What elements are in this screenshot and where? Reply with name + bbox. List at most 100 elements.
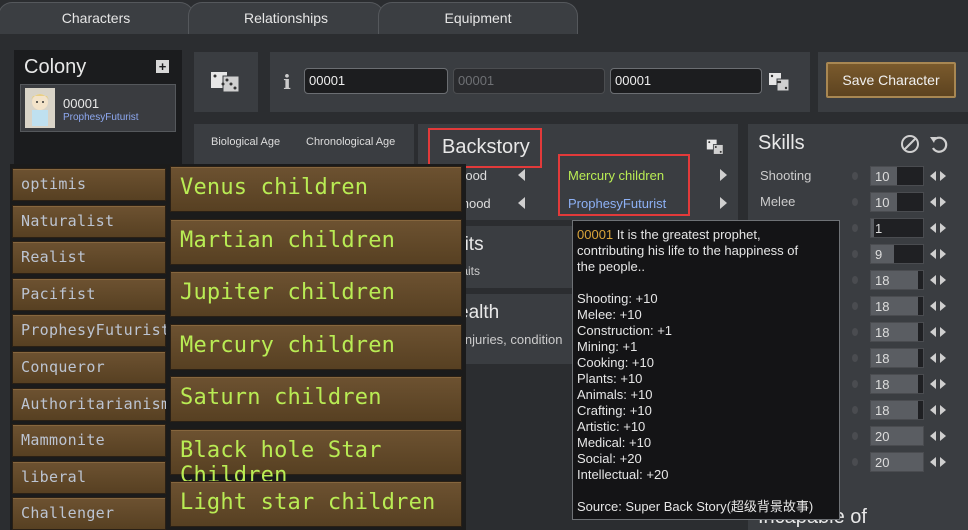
passion-flame-icon[interactable] xyxy=(852,302,858,310)
skill-level-value: 9 xyxy=(875,247,883,262)
childhood-value[interactable]: Mercury children xyxy=(568,168,664,183)
skill-level-bar[interactable]: 18 xyxy=(870,322,924,342)
passion-flame-icon[interactable] xyxy=(852,224,858,232)
tab-characters[interactable]: Characters xyxy=(0,2,194,34)
childhood-option[interactable]: Black hole Star Children xyxy=(170,428,462,488)
pawn-card[interactable]: 00001 ProphesyFuturist xyxy=(20,84,176,132)
adulthood-option[interactable]: ProphesyFuturist xyxy=(12,314,170,348)
info-icon[interactable]: i xyxy=(280,70,294,94)
skill-level-value: 1 xyxy=(875,221,883,236)
clear-skills-icon[interactable] xyxy=(900,134,920,154)
childhood-option[interactable]: Martian children xyxy=(170,218,462,265)
skill-decrease-icon[interactable] xyxy=(930,197,936,207)
skill-increase-icon[interactable] xyxy=(940,249,946,259)
skill-increase-icon[interactable] xyxy=(940,405,946,415)
passion-flame-icon[interactable] xyxy=(852,432,858,440)
passion-flame-icon[interactable] xyxy=(852,172,858,180)
adulthood-option[interactable]: Naturalist xyxy=(12,204,166,238)
add-pawn-button[interactable]: + xyxy=(156,60,169,73)
skill-level-bar[interactable]: 1 xyxy=(870,218,924,238)
skill-level-value: 18 xyxy=(875,299,890,314)
skill-increase-icon[interactable] xyxy=(940,327,946,337)
skill-decrease-icon[interactable] xyxy=(930,301,936,311)
childhood-option[interactable]: Jupiter children xyxy=(170,271,462,317)
adulthood-prev-icon[interactable] xyxy=(518,197,525,209)
skill-level-bar[interactable]: 18 xyxy=(870,348,924,368)
skill-decrease-icon[interactable] xyxy=(930,379,936,389)
skill-level-value: 18 xyxy=(875,403,890,418)
skill-increase-icon[interactable] xyxy=(940,353,946,363)
skill-increase-icon[interactable] xyxy=(940,301,946,311)
childhood-next-icon[interactable] xyxy=(720,169,727,181)
skill-level-bar[interactable]: 10 xyxy=(870,192,924,212)
chronological-age-label: Chronological Age xyxy=(306,136,396,148)
skill-decrease-icon[interactable] xyxy=(930,457,936,467)
last-name-field[interactable]: 00001 xyxy=(610,68,762,94)
childhood-option[interactable]: Saturn children xyxy=(170,376,462,422)
biological-age-label: Biological Age xyxy=(211,136,281,148)
passion-flame-icon[interactable] xyxy=(852,354,858,362)
skill-decrease-icon[interactable] xyxy=(930,431,936,441)
childhood-prev-icon[interactable] xyxy=(518,169,525,181)
skill-level-bar[interactable]: 18 xyxy=(870,400,924,420)
skill-decrease-icon[interactable] xyxy=(930,353,936,363)
randomize-name-dice-icon[interactable] xyxy=(768,71,790,93)
skill-level-bar[interactable]: 9 xyxy=(870,244,924,264)
skill-level-value: 18 xyxy=(875,273,890,288)
adulthood-value[interactable]: ProphesyFuturist xyxy=(568,196,666,211)
nick-name-field[interactable]: 00001 xyxy=(453,68,605,94)
skill-increase-icon[interactable] xyxy=(940,275,946,285)
tooltip-stat: Artistic: +10 xyxy=(577,419,646,434)
adulthood-option[interactable]: Mammonite xyxy=(12,424,166,458)
reset-skills-icon[interactable] xyxy=(928,134,950,154)
adulthood-option[interactable]: Realist xyxy=(12,241,166,275)
randomize-dice-icon[interactable] xyxy=(210,68,240,94)
backstory-panel: Backstory ldhood althood Mercury childre… xyxy=(418,124,738,220)
adulthood-next-icon[interactable] xyxy=(720,197,727,209)
passion-flame-icon[interactable] xyxy=(852,380,858,388)
tab-equipment[interactable]: Equipment xyxy=(378,2,578,34)
skill-increase-icon[interactable] xyxy=(940,223,946,233)
tab-relationships[interactable]: Relationships xyxy=(188,2,384,34)
skill-increase-icon[interactable] xyxy=(940,197,946,207)
adulthood-option[interactable]: Authoritarianism xyxy=(12,387,170,421)
skill-decrease-icon[interactable] xyxy=(930,171,936,181)
passion-flame-icon[interactable] xyxy=(852,198,858,206)
skill-label: Shooting xyxy=(760,168,812,183)
skill-level-bar[interactable]: 18 xyxy=(870,374,924,394)
skill-decrease-icon[interactable] xyxy=(930,275,936,285)
skill-decrease-icon[interactable] xyxy=(930,249,936,259)
first-name-field[interactable]: 00001 xyxy=(304,68,448,94)
save-character-button[interactable]: Save Character xyxy=(826,62,956,98)
skill-level-bar[interactable]: 18 xyxy=(870,296,924,316)
avatar xyxy=(25,88,55,128)
adulthood-option[interactable]: optimis xyxy=(12,168,166,201)
skill-level-bar[interactable]: 20 xyxy=(870,426,924,446)
skill-decrease-icon[interactable] xyxy=(930,405,936,415)
passion-flame-icon[interactable] xyxy=(852,250,858,258)
childhood-option[interactable]: Light star children xyxy=(170,481,462,527)
childhood-option[interactable]: Mercury children xyxy=(170,323,462,370)
skill-decrease-icon[interactable] xyxy=(930,327,936,337)
skill-decrease-icon[interactable] xyxy=(930,223,936,233)
adulthood-option[interactable]: Conqueror xyxy=(12,351,166,384)
tooltip-stat: Mining: +1 xyxy=(577,339,638,354)
skill-level-bar[interactable]: 18 xyxy=(870,270,924,290)
skill-level-bar[interactable]: 20 xyxy=(870,452,924,472)
passion-flame-icon[interactable] xyxy=(852,276,858,284)
passion-flame-icon[interactable] xyxy=(852,406,858,414)
tooltip-stat: Intellectual: +20 xyxy=(577,467,669,482)
passion-flame-icon[interactable] xyxy=(852,328,858,336)
skill-level-value: 18 xyxy=(875,325,890,340)
adulthood-option[interactable]: Challenger xyxy=(12,497,166,530)
passion-flame-icon[interactable] xyxy=(852,458,858,466)
childhood-option[interactable]: Venus children xyxy=(170,166,462,212)
skill-increase-icon[interactable] xyxy=(940,171,946,181)
skill-increase-icon[interactable] xyxy=(940,431,946,441)
skill-level-bar[interactable]: 10 xyxy=(870,166,924,186)
adulthood-option[interactable]: liberal xyxy=(12,460,166,494)
skill-increase-icon[interactable] xyxy=(940,457,946,467)
skill-increase-icon[interactable] xyxy=(940,379,946,389)
randomize-backstory-dice-icon[interactable] xyxy=(706,138,724,156)
adulthood-option[interactable]: Pacifist xyxy=(12,277,166,311)
